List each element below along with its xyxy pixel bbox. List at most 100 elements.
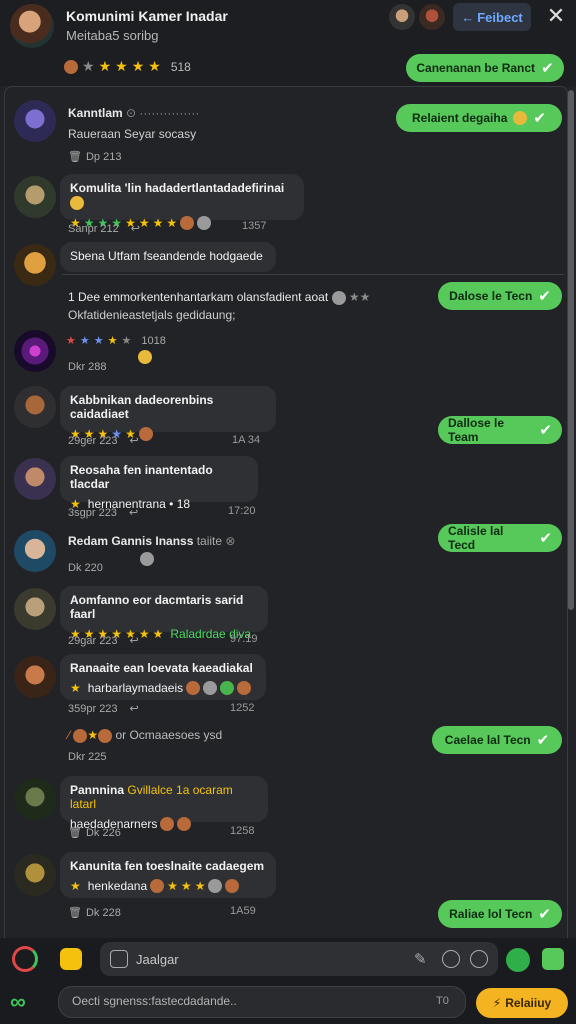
- reaction-pill[interactable]: Caelae lal Tecn ✔: [432, 726, 562, 754]
- reply-input-text: Oecti sgnenss:fastecdadande..: [72, 994, 237, 1008]
- pencil-icon[interactable]: ✎: [414, 950, 427, 968]
- follow-button[interactable]: ← Feibect: [453, 3, 531, 31]
- reply-icon[interactable]: ↩: [130, 434, 139, 447]
- message-bubble[interactable]: Pannnina Gvillalce 1a ocaram latarl haed…: [60, 776, 268, 831]
- message-meta: 29ger 223 ↩: [68, 434, 139, 448]
- avatar[interactable]: [14, 176, 56, 218]
- emoji-icon: [177, 817, 192, 831]
- reply-icon[interactable]: ↩: [130, 702, 139, 715]
- reply-icon[interactable]: ↩: [130, 634, 139, 647]
- reply-icon[interactable]: ↩: [129, 506, 138, 519]
- message-time: 1A 34: [232, 434, 261, 446]
- emoji-icon: [160, 817, 175, 831]
- message-meta: 🗑 Dk 228: [68, 906, 121, 920]
- refresh-icon[interactable]: [12, 946, 38, 972]
- star-icon: ★: [93, 335, 104, 347]
- smile-emoji-icon: [138, 350, 152, 364]
- message-subtext: harbarlaymadaeis: [87, 681, 184, 695]
- clock-icon[interactable]: [470, 950, 488, 968]
- message-text: ⁄ ★ or Ocmaaesoes ysd: [68, 728, 223, 743]
- send-button-label: Relaiiuy: [505, 996, 552, 1010]
- emoji-icon: [186, 681, 201, 695]
- message-text: Okfatidenieastetjals gedidaung;: [68, 308, 236, 322]
- star-icon: ★: [148, 58, 161, 74]
- sub-row: ★ harbarlaymadaeis: [70, 681, 256, 695]
- scrollbar[interactable]: [568, 90, 574, 610]
- message-bubble[interactable]: Sbena Utfam fseandende hodgaede: [60, 242, 276, 272]
- message-bubble[interactable]: Reosaha fen inantentado tlacdar ★ hernan…: [60, 456, 258, 511]
- message-meta: Dk 220: [68, 562, 103, 574]
- channel-rating: ★ ★ ★ ★ ★ 518: [64, 58, 191, 75]
- reaction-pill[interactable]: Dallose le Team ✔: [438, 416, 562, 444]
- channel-subtitle: Meitaba5 soribg: [66, 28, 159, 43]
- smile-emoji-icon: [70, 195, 84, 210]
- avatar[interactable]: [14, 588, 56, 630]
- message-bubble[interactable]: Kabbnikan dadeorenbins caidadiaet ★ ★ ★ ★ ★: [60, 386, 276, 441]
- avatar[interactable]: [14, 854, 56, 896]
- emoji-picker-icon[interactable]: [60, 948, 82, 970]
- sub-row: ★ henkedana ★ ★ ★: [70, 879, 266, 893]
- divider: [62, 274, 564, 275]
- message-bubble[interactable]: Kanunita fen toeslnaite cadaegem ★ henke…: [60, 852, 276, 898]
- reply-icon[interactable]: ↩: [131, 222, 140, 235]
- message-bubble[interactable]: Aomfanno eor dacmtaris sarid faarl ★ ★ ★ ★ ★…: [60, 586, 268, 641]
- star-icon: ★: [152, 215, 164, 230]
- reaction-pill-label: Relaient degaiha: [412, 111, 508, 125]
- compose-input[interactable]: Jaalgar: [136, 952, 179, 967]
- avatar[interactable]: [14, 458, 56, 500]
- star-icon: ★: [115, 58, 128, 74]
- star-icon: ★: [131, 58, 145, 74]
- reaction-pill[interactable]: Dalose le Tecn ✔: [438, 282, 562, 310]
- lightning-icon: ⚡: [492, 996, 502, 1010]
- grin-emoji-icon: [513, 111, 528, 125]
- reaction-pill[interactable]: Relaient degaiha ✔: [396, 104, 562, 132]
- emoji-icon: [237, 681, 252, 695]
- check-icon: ✔: [541, 60, 554, 77]
- emoji-icon: [180, 215, 195, 230]
- image-icon[interactable]: [542, 948, 564, 970]
- participant-avatar[interactable]: [389, 4, 415, 30]
- trash-icon[interactable]: 🗑: [68, 150, 82, 163]
- message-author: Komulita 'lin hadadertlantadadefirinai: [70, 181, 285, 195]
- avatar[interactable]: [14, 100, 56, 142]
- trash-icon[interactable]: 🗑: [68, 906, 82, 919]
- avatar[interactable]: [14, 244, 56, 286]
- reaction-pill[interactable]: Canenanan be Ranct ✔: [406, 54, 564, 82]
- check-icon: ✔: [538, 288, 551, 305]
- message-meta: 29gar 223 ↩: [68, 634, 139, 648]
- trash-icon[interactable]: 🗑: [68, 826, 82, 839]
- reaction-pill-label: Dalose le Tecn: [449, 289, 533, 303]
- avatar[interactable]: [14, 778, 56, 820]
- reaction-pill-label: Calisle lal Tecd: [448, 524, 504, 552]
- message-meta: 359pr 223 ↩: [68, 702, 139, 716]
- message-bubble[interactable]: Ranaaite ean loevata kaeadiakal ★ harbar…: [60, 654, 266, 700]
- char-count: T0: [436, 995, 449, 1007]
- message-time: 97.19: [230, 633, 258, 645]
- channel-avatar[interactable]: [10, 4, 54, 48]
- star-icon: ★: [98, 58, 112, 74]
- star-icon: ★: [121, 335, 132, 347]
- send-button[interactable]: ⚡ Relaiiuy: [476, 988, 568, 1018]
- arrow-left-icon: ←: [461, 9, 475, 25]
- avatar[interactable]: [14, 656, 56, 698]
- message-author: Aomfanno eor dacmtaris sarid faarl: [70, 593, 244, 621]
- message-author: Kabbnikan dadeorenbins caidadiaet: [70, 393, 214, 421]
- sticker-icon[interactable]: [442, 950, 460, 968]
- participant-avatar[interactable]: [419, 4, 445, 30]
- check-icon: ✔: [539, 530, 552, 547]
- reaction-pill-label: Raliae lol Tecn: [449, 907, 533, 921]
- reaction-pill[interactable]: Raliae lol Tecn ✔: [438, 900, 562, 928]
- mic-icon[interactable]: [506, 948, 530, 972]
- avatar[interactable]: [14, 530, 56, 572]
- avatar[interactable]: [14, 386, 56, 428]
- reaction-pill[interactable]: Calisle lal Tecd ✔: [438, 524, 562, 552]
- message-time: 1252: [230, 702, 255, 714]
- attach-icon[interactable]: [110, 950, 128, 968]
- avatar[interactable]: [14, 330, 56, 372]
- close-icon[interactable]: ✕: [544, 4, 568, 28]
- message-bubble[interactable]: Komulita 'lin hadadertlantadadefirinai ★…: [60, 174, 304, 230]
- star-icon: ★: [138, 215, 150, 230]
- emoji-icon: [140, 552, 154, 566]
- loop-icon[interactable]: ∞: [10, 990, 48, 1014]
- message-author: Reosaha fen inantentado tlacdar: [70, 463, 213, 491]
